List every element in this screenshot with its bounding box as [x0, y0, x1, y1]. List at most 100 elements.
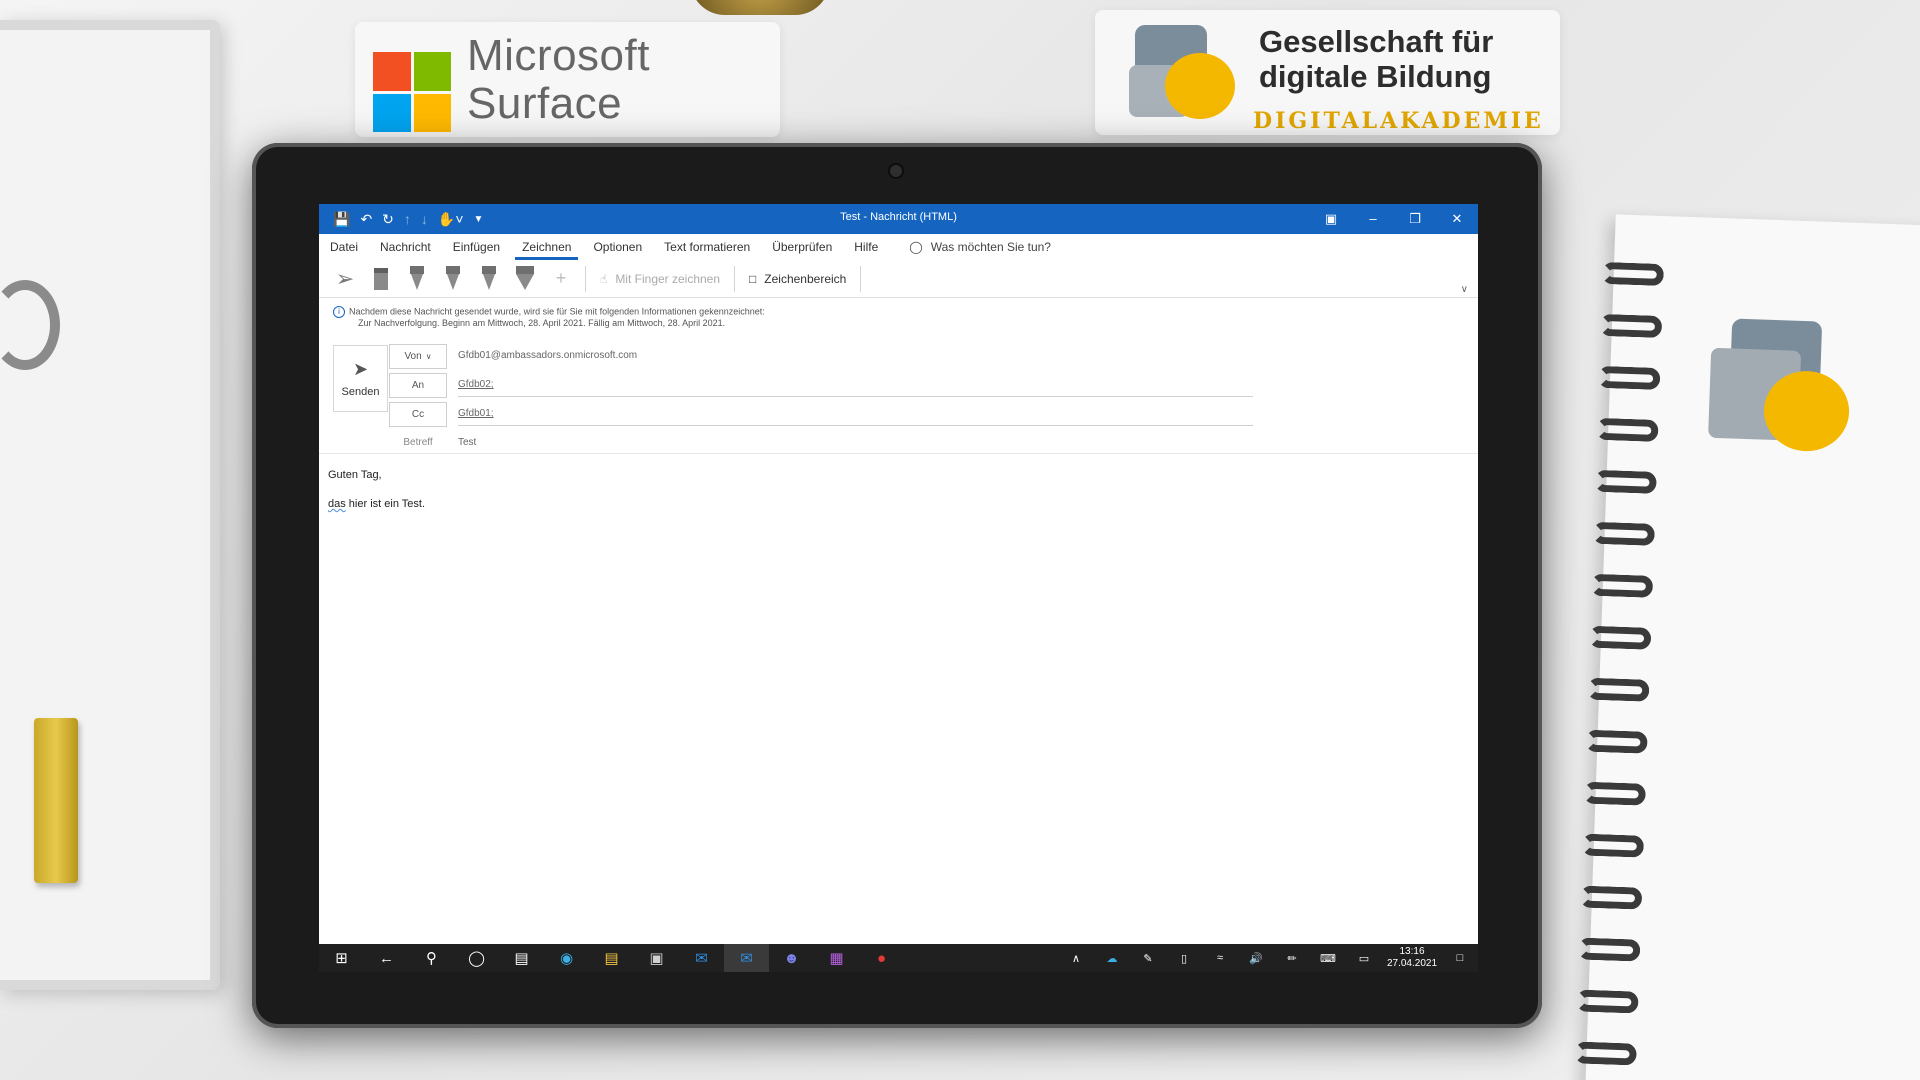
tab-ueberpruefen[interactable]: Überprüfen — [761, 234, 843, 260]
ribbon-tabs: Datei Nachricht Einfügen Zeichnen Option… — [319, 234, 1478, 260]
tablet-screen: 💾 ↶ ↻ ↑ ↓ ✋˅ ▼ Test - Nachricht (HTML) ▣… — [319, 204, 1478, 972]
chevron-down-icon: ∨ — [425, 352, 432, 361]
mail-icon[interactable]: ✉ — [679, 944, 724, 972]
gfdb-subtitle: DIGITALAKADEMIE — [1253, 108, 1544, 134]
ribbon-separator — [860, 265, 862, 292]
tab-nachricht[interactable]: Nachricht — [369, 234, 442, 260]
gfdb-name: Gesellschaft für digitale Bildung — [1259, 24, 1494, 94]
tell-me-box[interactable]: ◯ Was möchten Sie tun? — [909, 240, 1051, 254]
microsoft-surface-text: Microsoft Surface — [467, 31, 650, 128]
info-icon: i — [333, 306, 345, 318]
clock[interactable]: 13:16 27.04.2021 — [1382, 946, 1442, 970]
to-button[interactable]: An — [389, 373, 447, 398]
pencil-icon[interactable] — [471, 262, 507, 296]
volume-icon[interactable]: 🔊 — [1238, 952, 1274, 965]
edge-icon[interactable]: ◉ — [544, 944, 589, 972]
tab-einfuegen[interactable]: Einfügen — [442, 234, 511, 260]
info-line-2: Zur Nachverfolgung. Beginn am Mittwoch, … — [358, 318, 726, 328]
window-controls: ▣ – ❐ ✕ — [1310, 204, 1478, 234]
search-icon[interactable]: ⚲ — [409, 944, 454, 972]
cortana-icon[interactable]: ◯ — [454, 944, 499, 972]
highlighter-icon[interactable] — [507, 262, 543, 296]
start-icon[interactable]: ⊞ — [319, 944, 364, 972]
clipboard — [0, 20, 220, 990]
tab-zeichnen[interactable]: Zeichnen — [511, 234, 582, 260]
notebook-logo-icon — [1708, 318, 1851, 453]
microsoft-surface-sticker: Microsoft Surface — [355, 22, 780, 137]
finger-draw-label: Mit Finger zeichnen — [615, 271, 721, 286]
battery-icon[interactable]: ▯ — [1166, 952, 1202, 965]
camera-icon — [888, 163, 904, 179]
to-label: An — [411, 380, 425, 391]
back-arrow-icon[interactable]: ← — [364, 944, 409, 972]
minimize-icon[interactable]: – — [1352, 204, 1394, 234]
eraser-icon[interactable] — [363, 262, 399, 296]
ink-workspace-icon[interactable]: ✏ — [1274, 952, 1310, 965]
to-field[interactable]: Gfdb02; — [458, 379, 494, 390]
to-underline — [458, 396, 1253, 397]
header-divider — [319, 453, 1478, 454]
file-explorer-icon[interactable]: ▤ — [589, 944, 634, 972]
spiral-notebook — [1574, 214, 1920, 1080]
from-value: Gfdb01@ambassadors.onmicrosoft.com — [458, 350, 638, 361]
cc-underline — [458, 425, 1253, 426]
wifi-icon[interactable]: ≈ — [1202, 952, 1238, 964]
teams-icon[interactable]: ☻ — [769, 944, 814, 972]
chevron-up-icon[interactable]: ∧ — [1058, 952, 1094, 965]
add-pen-icon[interactable]: + — [543, 262, 579, 296]
body-word-das: das — [328, 498, 346, 510]
close-icon[interactable]: ✕ — [1436, 204, 1478, 234]
from-button[interactable]: Von ∨ — [389, 344, 447, 369]
gfdb-logo-icon — [1129, 25, 1235, 125]
windows-taskbar: ⊞ ← ⚲ ◯ ▤ ◉ ▤ ▣ ✉ ✉ ☻ ▦ ● ∧ ☁ ✎ ▯ ≈ 🔊 ✏ … — [319, 944, 1478, 972]
tell-me-text: Was möchten Sie tun? — [930, 240, 1051, 254]
drawing-canvas-button[interactable]: □ Zeichenbereich — [741, 262, 854, 296]
body-greeting[interactable]: Guten Tag, — [328, 469, 382, 481]
tab-hilfe[interactable]: Hilfe — [843, 234, 889, 260]
clock-time: 13:16 — [1399, 946, 1425, 957]
subject-label: Betreff — [403, 437, 433, 448]
pen-red-icon[interactable] — [435, 262, 471, 296]
finger-draw-button[interactable]: ☝ Mit Finger zeichnen — [592, 262, 728, 296]
gfdb-sticker: Gesellschaft für digitale Bildung DIGITA… — [1095, 10, 1560, 135]
ribbon-separator — [585, 265, 586, 292]
outlook-icon[interactable]: ✉ — [724, 944, 769, 972]
chevron-down-icon[interactable]: ∨ — [1461, 284, 1468, 295]
draw-ribbon: ➢ + ☝ Mit Finger zeichnen □ Zeichenberei… — [319, 260, 1478, 298]
send-icon: ➤ — [352, 359, 369, 379]
send-button[interactable]: ➤ Senden — [333, 345, 388, 412]
cc-label: Cc — [411, 409, 425, 420]
from-label: Von — [404, 351, 422, 362]
keyboard-icon[interactable]: ⌨ — [1310, 952, 1346, 965]
tab-datei[interactable]: Datei — [319, 234, 369, 260]
send-label: Senden — [341, 386, 380, 398]
onenote-icon[interactable]: ▦ — [814, 944, 859, 972]
drawing-canvas-label: Zeichenbereich — [764, 271, 847, 286]
subject-field[interactable]: Test — [458, 437, 476, 448]
tab-text-formatieren[interactable]: Text formatieren — [653, 234, 761, 260]
clock-date: 27.04.2021 — [1386, 958, 1438, 969]
binder-clip — [0, 280, 60, 370]
cc-field[interactable]: Gfdb01; — [458, 408, 494, 419]
onedrive-icon[interactable]: ☁ — [1094, 952, 1130, 965]
task-view-icon[interactable]: ▤ — [499, 944, 544, 972]
body-line[interactable]: das hier ist ein Test. — [328, 498, 425, 510]
pen-black-icon[interactable] — [399, 262, 435, 296]
cc-button[interactable]: Cc — [389, 402, 447, 427]
ribbon-display-icon[interactable]: ▣ — [1310, 204, 1352, 234]
ribbon-separator — [734, 265, 736, 292]
window-title: Test - Nachricht (HTML) — [840, 211, 957, 223]
store-icon[interactable]: ▣ — [634, 944, 679, 972]
restore-icon[interactable]: ❐ — [1394, 204, 1436, 234]
lightbulb-icon: ◯ — [909, 240, 923, 254]
tab-optionen[interactable]: Optionen — [582, 234, 653, 260]
record-icon[interactable]: ● — [859, 944, 904, 972]
finger-icon: ☝ — [600, 271, 608, 286]
system-tray: ∧ ☁ ✎ ▯ ≈ 🔊 ✏ ⌨ ▭ 13:16 27.04.2021 □ — [1058, 944, 1478, 972]
info-bar: i Nachdem diese Nachricht gesendet wurde,… — [333, 306, 1433, 329]
notifications-icon[interactable]: □ — [1442, 952, 1478, 964]
display-icon[interactable]: ▭ — [1346, 952, 1382, 965]
title-bar: 💾 ↶ ↻ ↑ ↓ ✋˅ ▼ Test - Nachricht (HTML) ▣… — [319, 204, 1478, 234]
pen-tray-icon[interactable]: ✎ — [1130, 952, 1166, 965]
select-cursor-icon[interactable]: ➢ — [327, 262, 363, 296]
